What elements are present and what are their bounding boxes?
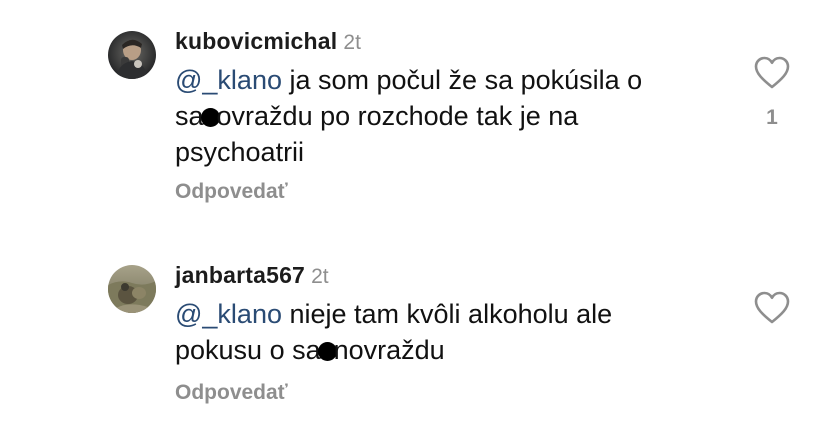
like-button[interactable] — [753, 56, 791, 90]
timestamp: 2t — [343, 31, 361, 54]
like-button[interactable] — [753, 291, 791, 325]
heart-outline-icon — [754, 291, 790, 324]
reply-button[interactable]: Odpovedať — [175, 379, 288, 407]
comment-text: @_klano ja som počul že sa pokúsila o sa… — [175, 62, 695, 170]
comment-header: kubovicmichal 2t — [175, 26, 361, 56]
comment-item: janbarta567 2t @_klano nieje tam kvôli al… — [0, 236, 828, 441]
avatar[interactable] — [108, 31, 156, 79]
reply-button[interactable]: Odpovedať — [175, 178, 288, 206]
comment-text-line2-start: sa — [175, 101, 204, 131]
comment-text-line1: nieje tam kvôli alkoholu ale — [281, 299, 613, 329]
comment-text-line2-start: pokusu o sa — [175, 335, 321, 365]
comment-text-line1: ja som počul že sa pokúsila o — [281, 65, 643, 95]
timestamp: 2t — [311, 265, 329, 288]
like-count: 1 — [766, 106, 778, 129]
username[interactable]: kubovicmichal — [175, 28, 337, 54]
username[interactable]: janbarta567 — [175, 262, 305, 288]
avatar-image — [108, 31, 156, 79]
comment-text: @_klano nieje tam kvôli alkoholu ale pok… — [175, 296, 695, 368]
comment-text-line2-end: ovraždu po rozchode tak je na — [216, 101, 579, 131]
comment-item: kubovicmichal 2t @_klano ja som počul že … — [0, 0, 828, 220]
comment-text-line3: psychoatrii — [175, 137, 305, 167]
mention-link[interactable]: @_klano — [175, 65, 282, 95]
mention-link[interactable]: @_klano — [175, 299, 282, 329]
avatar-image — [108, 265, 156, 313]
heart-outline-icon — [754, 56, 790, 89]
comment-header: janbarta567 2t — [175, 260, 329, 290]
comment-text-line2-end: novraždu — [333, 335, 445, 365]
avatar[interactable] — [108, 265, 156, 313]
